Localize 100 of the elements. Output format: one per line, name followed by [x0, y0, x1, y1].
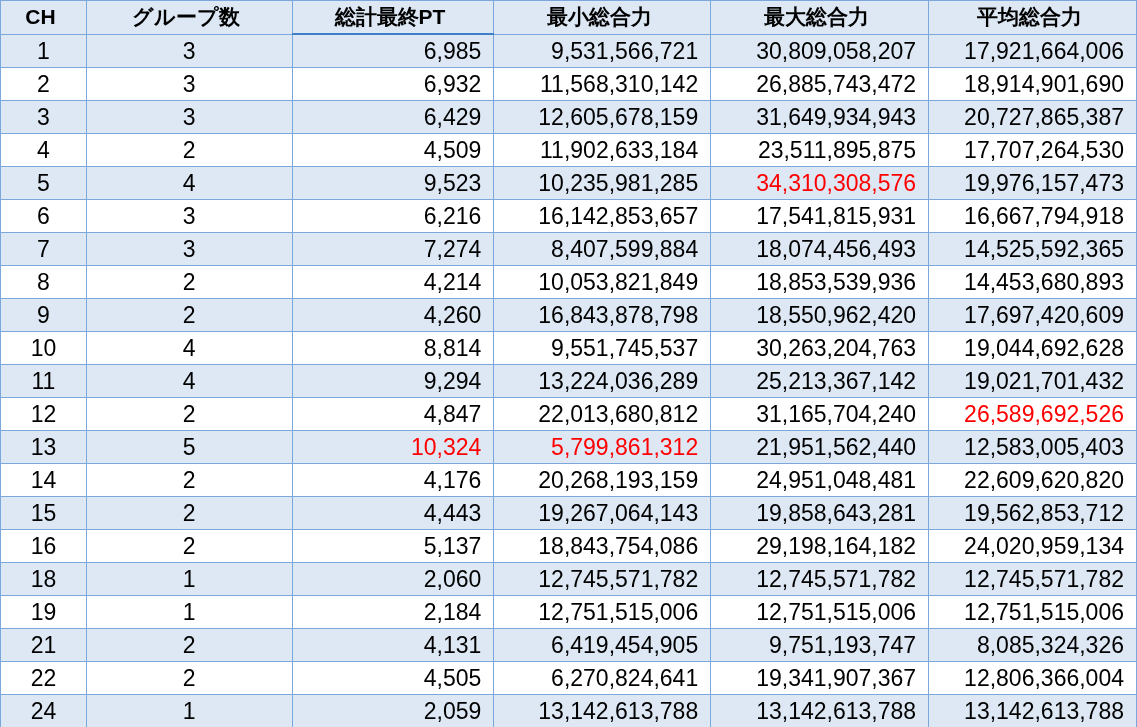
table-cell: 10,324: [292, 430, 494, 464]
column-header: 最小総合力: [493, 0, 711, 34]
table-cell: 4: [86, 166, 293, 200]
table-cell: 3: [86, 232, 293, 266]
table-cell: 1: [86, 694, 293, 727]
table-cell: 4: [86, 331, 293, 365]
table-cell: 13: [0, 430, 87, 464]
table-cell: 18,550,962,420: [710, 298, 929, 332]
table-cell: 17,921,664,006: [928, 34, 1137, 68]
table-cell: 13,142,613,788: [493, 694, 711, 727]
table-cell: 30,809,058,207: [710, 34, 929, 68]
table-cell: 2: [86, 298, 293, 332]
table-cell: 3: [86, 100, 293, 134]
table-cell: 2: [86, 133, 293, 167]
table-cell: 5: [0, 166, 87, 200]
table-cell: 24,020,959,134: [928, 529, 1137, 563]
table-cell: 10,235,981,285: [493, 166, 711, 200]
table-cell: 17,541,815,931: [710, 199, 929, 233]
table-cell: 6,932: [292, 67, 494, 101]
table-cell: 17,697,420,609: [928, 298, 1137, 332]
table-cell: 2: [86, 397, 293, 431]
table-cell: 12,583,005,403: [928, 430, 1137, 464]
table-cell: 4,260: [292, 298, 494, 332]
table-cell: 9: [0, 298, 87, 332]
table-cell: 4,176: [292, 463, 494, 497]
table-cell: 19,562,853,712: [928, 496, 1137, 530]
table-cell: 4,131: [292, 628, 494, 662]
table-cell: 13,142,613,788: [710, 694, 929, 727]
table-cell: 2,059: [292, 694, 494, 727]
table-cell: 3: [0, 100, 87, 134]
column-header: 平均総合力: [928, 0, 1137, 34]
table-cell: 16,843,878,798: [493, 298, 711, 332]
table-cell: 9,551,745,537: [493, 331, 711, 365]
table-cell: 18,914,901,690: [928, 67, 1137, 101]
table-cell: 12,751,515,006: [928, 595, 1137, 629]
table-cell: 4,505: [292, 661, 494, 695]
table-cell: 8,085,324,326: [928, 628, 1137, 662]
table-cell: 8,814: [292, 331, 494, 365]
table-cell: 1: [86, 595, 293, 629]
table-cell: 3: [86, 199, 293, 233]
column-header: CH: [0, 0, 87, 34]
table-cell: 22,013,680,812: [493, 397, 711, 431]
table-cell: 4,509: [292, 133, 494, 167]
table-cell: 31,165,704,240: [710, 397, 929, 431]
table-cell: 10: [0, 331, 87, 365]
table-cell: 4: [0, 133, 87, 167]
table-cell: 12,605,678,159: [493, 100, 711, 134]
table-cell: 11,902,633,184: [493, 133, 711, 167]
table-cell: 19: [0, 595, 87, 629]
table-cell: 9,294: [292, 364, 494, 398]
table-cell: 7: [0, 232, 87, 266]
table-cell: 19,021,701,432: [928, 364, 1137, 398]
table-cell: 6,429: [292, 100, 494, 134]
table-cell: 23,511,895,875: [710, 133, 929, 167]
table-cell: 22,609,620,820: [928, 463, 1137, 497]
table-cell: 11: [0, 364, 87, 398]
table-cell: 4,214: [292, 265, 494, 299]
table-cell: 12,745,571,782: [493, 562, 711, 596]
table-cell: 3: [86, 67, 293, 101]
column-header: 総計最終PT: [292, 0, 494, 34]
table-cell: 13,142,613,788: [928, 694, 1137, 727]
table-cell: 12: [0, 397, 87, 431]
table-cell: 9,523: [292, 166, 494, 200]
table-cell: 14: [0, 463, 87, 497]
table-cell: 3: [86, 34, 293, 68]
table-cell: 19,044,692,628: [928, 331, 1137, 365]
table-cell: 19,858,643,281: [710, 496, 929, 530]
table-cell: 19,976,157,473: [928, 166, 1137, 200]
table-cell: 5,137: [292, 529, 494, 563]
table-cell: 2: [86, 529, 293, 563]
table-cell: 1: [0, 34, 87, 68]
table-cell: 6,419,454,905: [493, 628, 711, 662]
table-cell: 2: [86, 463, 293, 497]
table-cell: 30,263,204,763: [710, 331, 929, 365]
table-cell: 12,745,571,782: [710, 562, 929, 596]
table-cell: 31,649,934,943: [710, 100, 929, 134]
table-cell: 6,985: [292, 34, 494, 68]
table-cell: 2: [0, 67, 87, 101]
table-cell: 2: [86, 265, 293, 299]
table-cell: 18: [0, 562, 87, 596]
table-cell: 4: [86, 364, 293, 398]
table-cell: 4,847: [292, 397, 494, 431]
table-cell: 6: [0, 199, 87, 233]
table-cell: 2,184: [292, 595, 494, 629]
table-cell: 24: [0, 694, 87, 727]
column-header: 最大総合力: [710, 0, 929, 34]
table-cell: 19,341,907,367: [710, 661, 929, 695]
table-cell: 2: [86, 661, 293, 695]
table-cell: 2: [86, 628, 293, 662]
table-cell: 26,885,743,472: [710, 67, 929, 101]
table-cell: 21: [0, 628, 87, 662]
table-cell: 4,443: [292, 496, 494, 530]
table-cell: 6,270,824,641: [493, 661, 711, 695]
table-cell: 22: [0, 661, 87, 695]
table-cell: 34,310,308,576: [710, 166, 929, 200]
table-cell: 24,951,048,481: [710, 463, 929, 497]
table-cell: 25,213,367,142: [710, 364, 929, 398]
table-cell: 9,531,566,721: [493, 34, 711, 68]
table-cell: 20,268,193,159: [493, 463, 711, 497]
table-cell: 8,407,599,884: [493, 232, 711, 266]
